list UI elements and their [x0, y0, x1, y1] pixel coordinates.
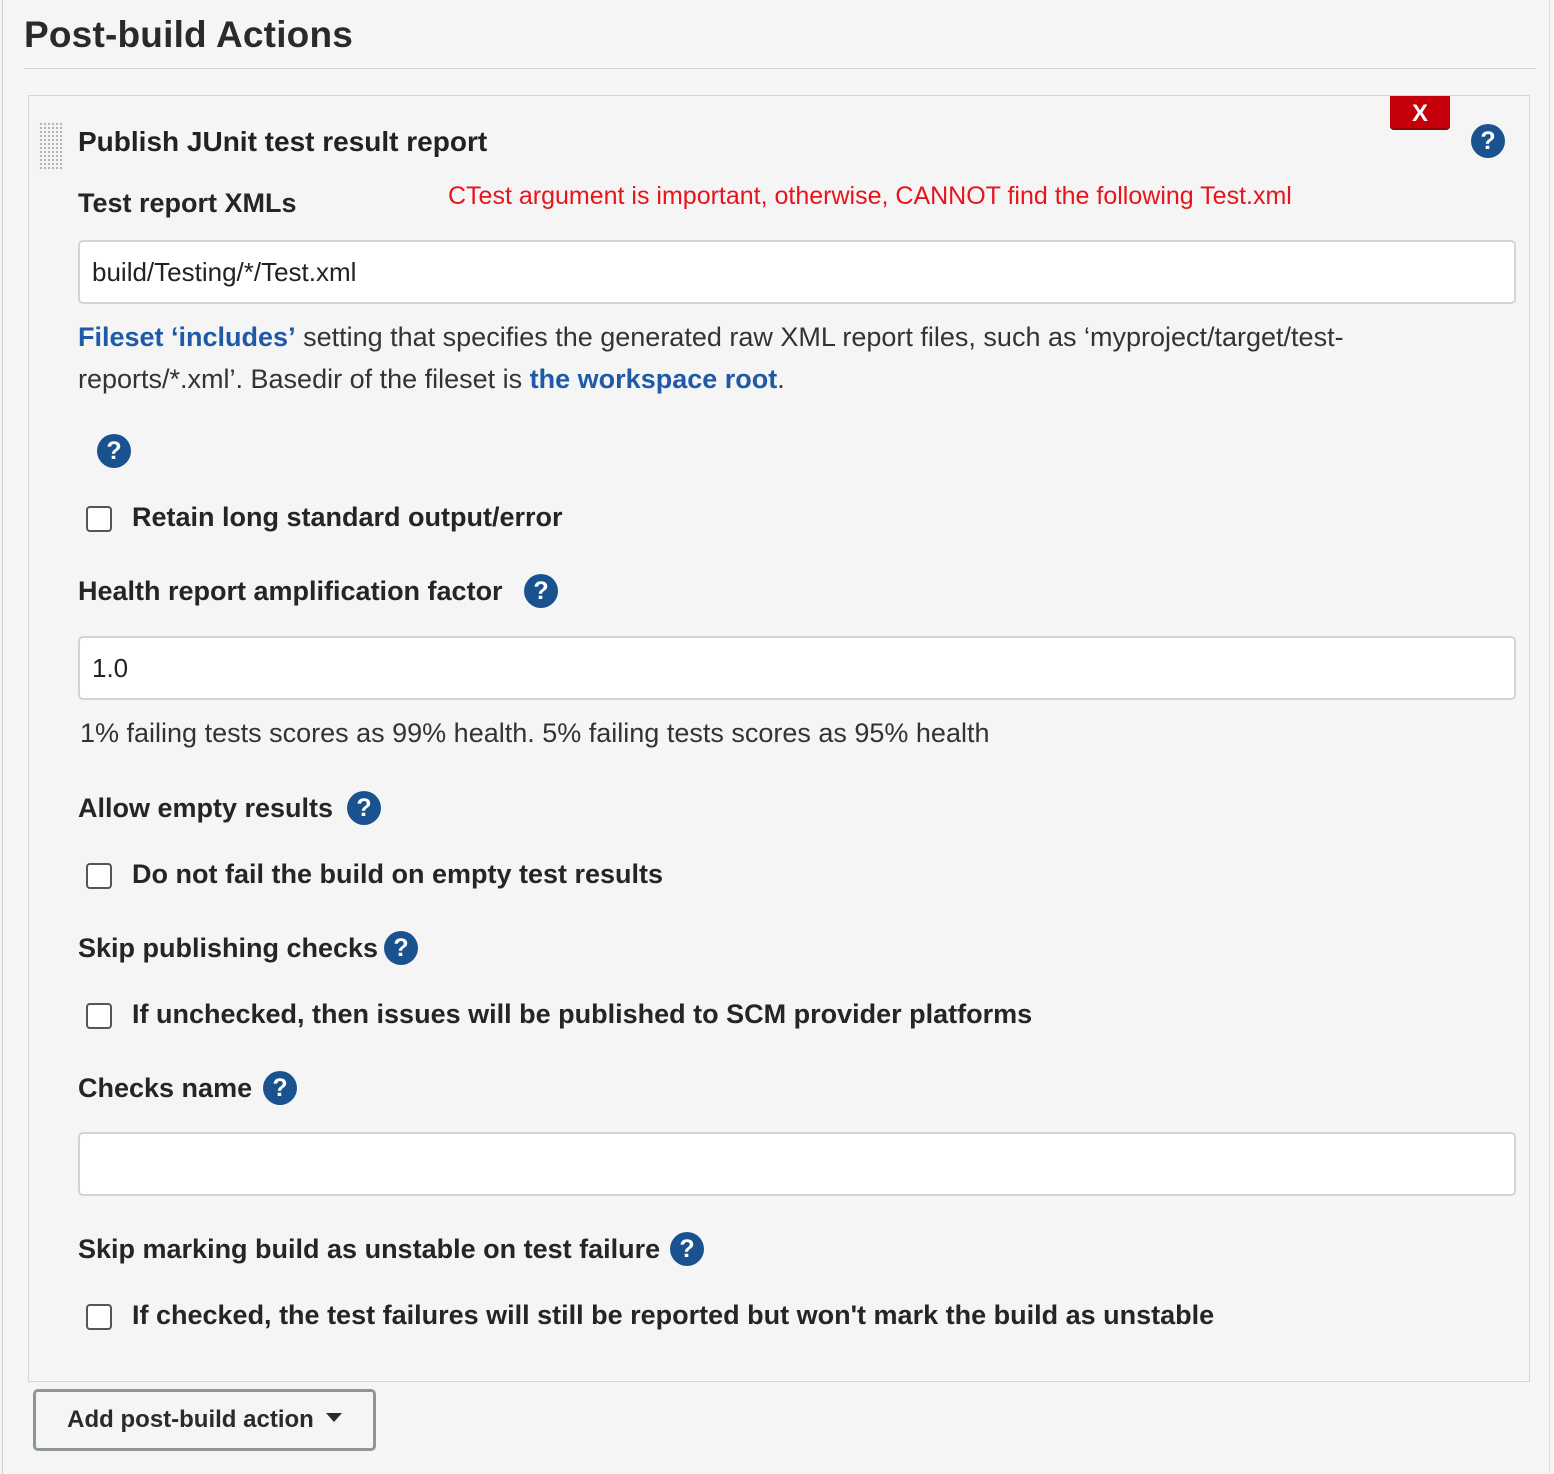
skip-checks-checkbox[interactable]: [86, 1003, 112, 1029]
skip-unstable-checkbox[interactable]: [86, 1304, 112, 1330]
skip-checks-help-icon[interactable]: ?: [384, 931, 418, 965]
page-right-border: [1549, 0, 1550, 1474]
retain-output-checkbox[interactable]: [86, 506, 112, 532]
test-report-description: Fileset ‘includes’ setting that specifie…: [78, 316, 1438, 400]
page-left-border: [2, 0, 3, 1474]
skip-unstable-checkbox-label[interactable]: If checked, the test failures will still…: [132, 1300, 1214, 1331]
allow-empty-label: Allow empty results: [78, 793, 334, 823]
publisher-title: Publish JUnit test result report: [78, 126, 488, 157]
checks-name-input[interactable]: [78, 1132, 1516, 1196]
test-report-help-icon[interactable]: ?: [97, 434, 131, 468]
drag-handle-icon[interactable]: [39, 122, 63, 170]
annotation-note: CTest argument is important, otherwise, …: [448, 182, 1292, 210]
skip-unstable-label: Skip marking build as unstable on test f…: [78, 1234, 661, 1264]
skip-unstable-help-icon[interactable]: ?: [670, 1232, 704, 1266]
add-post-build-action-button[interactable]: Add post-build action: [33, 1389, 376, 1451]
section-title: Post-build Actions: [24, 14, 354, 55]
allow-empty-checkbox-label[interactable]: Do not fail the build on empty test resu…: [132, 859, 663, 890]
health-factor-help-icon[interactable]: ?: [524, 574, 558, 608]
test-report-xmls-input[interactable]: [78, 240, 1516, 304]
allow-empty-checkbox[interactable]: [86, 863, 112, 889]
skip-checks-label: Skip publishing checks: [78, 933, 379, 963]
add-post-build-action-label: Add post-build action: [67, 1406, 314, 1433]
caret-down-icon: [325, 1413, 342, 1423]
retain-output-label[interactable]: Retain long standard output/error: [132, 502, 563, 533]
health-factor-label: Health report amplification factor: [78, 576, 503, 606]
checks-name-label: Checks name: [78, 1073, 253, 1103]
checks-name-help-icon[interactable]: ?: [263, 1071, 297, 1105]
description-text-2: .: [777, 364, 785, 394]
publisher-help-icon[interactable]: ?: [1471, 124, 1505, 158]
health-factor-input[interactable]: [78, 636, 1516, 700]
workspace-root-link[interactable]: the workspace root: [530, 364, 778, 394]
fileset-includes-link[interactable]: Fileset ‘includes’: [78, 322, 296, 352]
section-divider: [24, 68, 1536, 69]
skip-checks-checkbox-label[interactable]: If unchecked, then issues will be publis…: [132, 999, 1032, 1030]
test-report-xmls-label: Test report XMLs: [78, 188, 297, 218]
delete-publisher-button[interactable]: X: [1390, 96, 1450, 130]
allow-empty-help-icon[interactable]: ?: [347, 791, 381, 825]
health-factor-hint: 1% failing tests scores as 99% health. 5…: [80, 718, 990, 748]
